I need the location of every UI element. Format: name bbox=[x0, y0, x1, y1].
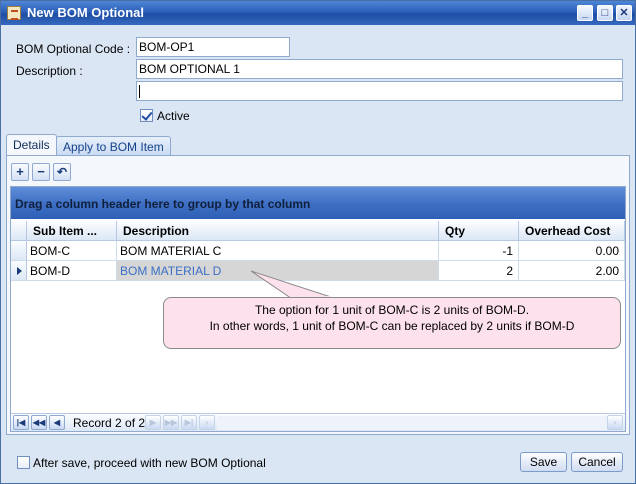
table-cell-sub-item[interactable]: BOM-C bbox=[27, 241, 117, 261]
next-record-icon: ▶ bbox=[145, 415, 161, 430]
table-cell-overhead-cost[interactable]: 2.00 bbox=[519, 261, 625, 281]
explanation-callout: The option for 1 unit of BOM-C is 2 unit… bbox=[163, 297, 621, 349]
description-line2-field[interactable] bbox=[136, 81, 623, 101]
column-header-sub-item[interactable]: Sub Item ... bbox=[27, 221, 117, 241]
active-label: Active bbox=[157, 109, 190, 123]
bom-optional-window: New BOM Optional _ □ ✕ BOM Optional Code… bbox=[0, 0, 636, 484]
title-bar[interactable]: New BOM Optional _ □ ✕ bbox=[1, 1, 635, 25]
tab-details[interactable]: Details bbox=[6, 134, 57, 156]
bom-optional-code-label: BOM Optional Code : bbox=[16, 42, 131, 56]
row-indicator[interactable] bbox=[11, 241, 27, 261]
column-header-overhead-cost[interactable]: Overhead Cost bbox=[519, 221, 625, 241]
form-icon bbox=[7, 6, 21, 20]
proceed-new-label: After save, proceed with new BOM Optiona… bbox=[33, 456, 266, 470]
active-checkbox[interactable] bbox=[140, 109, 153, 122]
group-by-panel[interactable]: Drag a column header here to group by th… bbox=[11, 187, 625, 219]
previous-page-icon[interactable]: ◀◀ bbox=[31, 415, 47, 430]
tab-apply-to-bom-item[interactable]: Apply to BOM Item bbox=[56, 136, 171, 156]
column-header-description[interactable]: Description bbox=[117, 221, 439, 241]
table-cell-description[interactable]: BOM MATERIAL C bbox=[117, 241, 439, 261]
minus-icon[interactable]: − bbox=[32, 163, 50, 181]
callout-line-2: In other words, 1 unit of BOM-C can be r… bbox=[209, 319, 575, 333]
close-button[interactable]: ✕ bbox=[616, 5, 632, 21]
callout-line-1: The option for 1 unit of BOM-C is 2 unit… bbox=[254, 303, 530, 317]
proceed-new-checkbox[interactable] bbox=[17, 456, 30, 469]
plus-icon[interactable]: + bbox=[11, 163, 29, 181]
record-navigator: |◀ ◀◀ ◀ Record 2 of 2 ▶ ▶▶ ▶| ‹ › bbox=[11, 413, 625, 431]
save-button[interactable]: Save bbox=[520, 452, 567, 472]
table-cell-overhead-cost[interactable]: 0.00 bbox=[519, 241, 625, 261]
first-record-icon[interactable]: |◀ bbox=[13, 415, 29, 430]
table-cell-sub-item[interactable]: BOM-D bbox=[27, 261, 117, 281]
row-indicator-current[interactable] bbox=[11, 261, 27, 281]
next-page-icon: ▶▶ bbox=[163, 415, 179, 430]
bom-optional-code-field[interactable]: BOM-OP1 bbox=[136, 37, 290, 57]
horizontal-scrollbar-track[interactable] bbox=[217, 416, 607, 430]
record-position: Record 2 of 2 bbox=[73, 416, 146, 430]
minimize-button[interactable]: _ bbox=[577, 5, 593, 21]
table-cell-qty[interactable]: 2 bbox=[439, 261, 519, 281]
window-title: New BOM Optional bbox=[27, 5, 144, 20]
previous-record-icon[interactable]: ◀ bbox=[49, 415, 65, 430]
description-field[interactable]: BOM OPTIONAL 1 bbox=[136, 59, 623, 79]
cancel-button[interactable]: Cancel bbox=[571, 452, 623, 472]
scroll-right-icon: › bbox=[607, 415, 623, 430]
scroll-left-icon: ‹ bbox=[199, 415, 215, 430]
column-header-qty[interactable]: Qty bbox=[439, 221, 519, 241]
row-indicator-header bbox=[11, 221, 27, 241]
last-record-icon: ▶| bbox=[181, 415, 197, 430]
description-label: Description : bbox=[16, 64, 83, 78]
maximize-button[interactable]: □ bbox=[597, 5, 613, 21]
text-cursor bbox=[139, 85, 140, 99]
undo-icon[interactable]: ↶ bbox=[53, 163, 71, 181]
table-cell-qty[interactable]: -1 bbox=[439, 241, 519, 261]
